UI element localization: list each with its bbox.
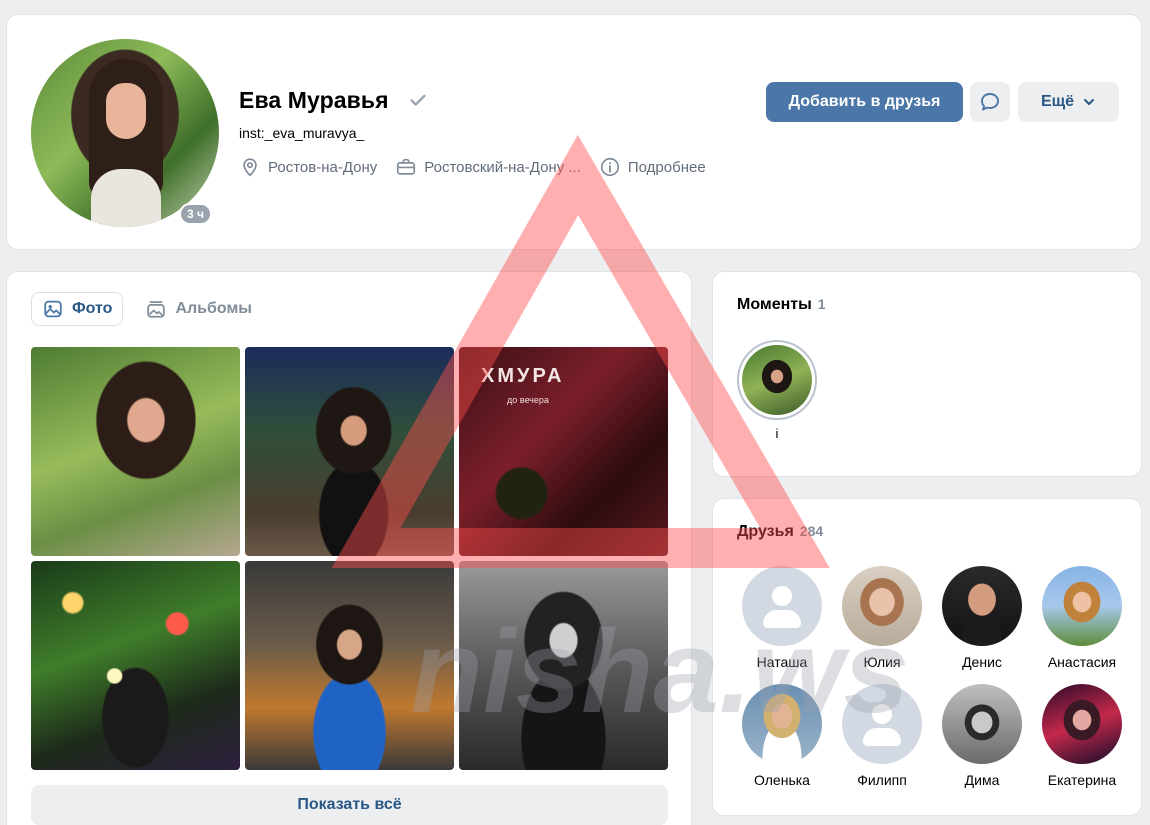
- friend-name: Анастасия: [1047, 654, 1117, 670]
- friend-avatar: [942, 684, 1022, 764]
- profile-info-row: Ростов-на-Дону Ростовский-на-Дону ... По…: [239, 156, 706, 178]
- photo-sign-subtext: до вечера: [507, 395, 549, 405]
- friends-grid: Наташа Юлия Денис Анастасия Оленька Фили…: [732, 566, 1132, 788]
- friend-item[interactable]: Юлия: [832, 566, 932, 670]
- profile-header-card: 3 ч Ева Муравья inst:_eva_muravya_ Росто…: [6, 14, 1142, 250]
- verified-icon: [410, 94, 426, 106]
- default-avatar-icon: [842, 684, 922, 764]
- friend-name: Екатерина: [1047, 772, 1117, 788]
- friend-item[interactable]: Дима: [932, 684, 1032, 788]
- message-bubble-icon: [981, 93, 999, 111]
- moment-item[interactable]: [737, 340, 817, 420]
- tab-albums-label: Альбомы: [175, 300, 252, 317]
- friend-item[interactable]: Анастасия: [1032, 566, 1132, 670]
- profile-name: Ева Муравья: [239, 87, 389, 113]
- friends-card: Друзья 284 Наташа Юлия Денис Анастасия Ол…: [712, 498, 1142, 816]
- photos-card: Фото Альбомы ХМУРА до вечера Показать вс…: [6, 271, 692, 825]
- moments-title[interactable]: Моменты 1: [737, 296, 826, 314]
- more-label: Ещё: [1040, 93, 1075, 110]
- profile-avatar[interactable]: [31, 39, 219, 227]
- tab-albums[interactable]: Альбомы: [135, 292, 262, 326]
- default-avatar-icon: [742, 566, 822, 646]
- photo-thumbnail[interactable]: [31, 561, 240, 770]
- photos-tabs: Фото Альбомы: [31, 292, 262, 326]
- friend-avatar: [1042, 684, 1122, 764]
- show-all-photos-button[interactable]: Показать всё: [31, 785, 668, 825]
- last-seen-badge: 3 ч: [179, 203, 212, 225]
- friend-avatar: [742, 684, 822, 764]
- moments-card: Моменты 1 i: [712, 271, 1142, 477]
- photo-thumbnail[interactable]: ХМУРА до вечера: [459, 347, 668, 556]
- friends-title-label: Друзья: [737, 523, 794, 540]
- friend-avatar: [842, 566, 922, 646]
- friend-avatar: [942, 566, 1022, 646]
- tab-photos[interactable]: Фото: [31, 292, 124, 326]
- work-label: Ростовский-на-Дону ...: [424, 158, 581, 176]
- photos-grid: ХМУРА до вечера: [31, 347, 668, 770]
- friend-item[interactable]: Оленька: [732, 684, 832, 788]
- friend-item[interactable]: Екатерина: [1032, 684, 1132, 788]
- friend-item[interactable]: Филипп: [832, 684, 932, 788]
- moments-count: 1: [817, 296, 826, 312]
- briefcase-icon: [397, 158, 416, 175]
- location-pin-icon: [243, 158, 257, 177]
- friend-name: Юлия: [863, 654, 901, 670]
- chevron-down-icon: [1084, 99, 1095, 105]
- photo-thumbnail[interactable]: [245, 561, 454, 770]
- friends-count: 284: [799, 523, 824, 539]
- photo-thumbnail[interactable]: [459, 561, 668, 770]
- details-label: Подробнее: [627, 158, 706, 176]
- more-button[interactable]: Ещё: [1018, 82, 1119, 122]
- friends-title[interactable]: Друзья 284: [737, 523, 823, 541]
- friend-name: Денис: [962, 654, 1002, 670]
- photo-thumbnail[interactable]: [31, 347, 240, 556]
- moment-label: i: [775, 426, 779, 441]
- friend-item[interactable]: Денис: [932, 566, 1032, 670]
- details-link[interactable]: Подробнее: [599, 156, 706, 178]
- message-button[interactable]: [970, 82, 1010, 122]
- friend-name: Филипп: [857, 772, 907, 788]
- add-friend-button[interactable]: Добавить в друзья: [766, 82, 963, 122]
- moment-thumbnail: [742, 345, 812, 415]
- friend-item[interactable]: Наташа: [732, 566, 832, 670]
- friend-name: Наташа: [756, 654, 808, 670]
- friend-name: Оленька: [754, 772, 810, 788]
- photo-thumbnail[interactable]: [245, 347, 454, 556]
- city-label: Ростов-на-Дону: [268, 158, 378, 176]
- city-info: Ростов-на-Дону: [239, 156, 377, 178]
- albums-icon: [147, 301, 166, 318]
- friend-avatar: [1042, 566, 1122, 646]
- moments-title-label: Моменты: [737, 296, 812, 313]
- work-info[interactable]: Ростовский-на-Дону ...: [395, 156, 581, 178]
- photo-sign-text: ХМУРА: [481, 365, 565, 387]
- profile-status: inst:_eva_muravya_: [239, 125, 365, 141]
- friend-name: Дима: [964, 772, 1000, 788]
- tab-photos-label: Фото: [72, 300, 113, 317]
- info-icon: [600, 157, 619, 177]
- image-icon: [44, 300, 62, 318]
